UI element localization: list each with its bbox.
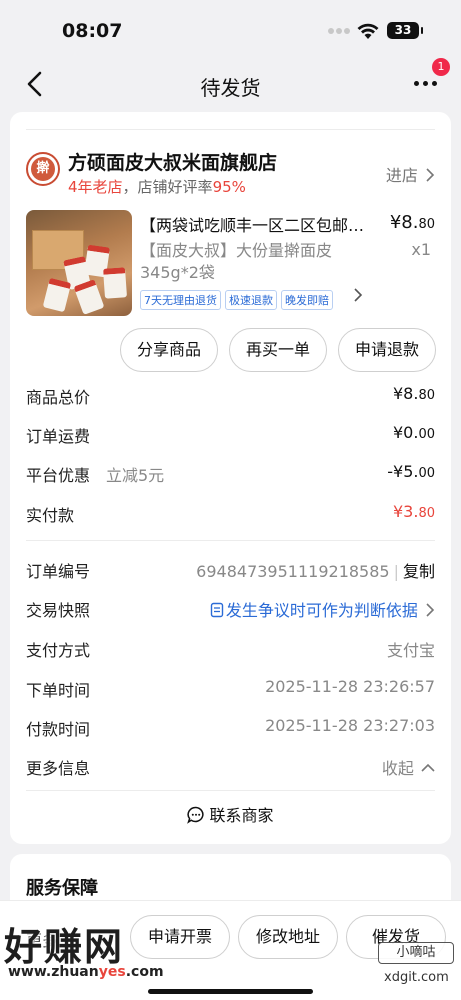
payment-method-label: 支付方式: [26, 641, 91, 660]
modify-address-button[interactable]: 修改地址: [238, 915, 338, 959]
enter-shop-label: 进店: [385, 166, 418, 185]
more-info-label: 更多信息: [26, 759, 91, 778]
chat-icon: [187, 806, 205, 824]
snapshot-label: 交易快照: [26, 601, 91, 620]
goods-total-label: 商品总价: [26, 388, 91, 407]
shop-name[interactable]: 方硕面皮大叔米面旗舰店: [68, 148, 277, 175]
goods-total-amount: ¥8.80: [393, 384, 435, 403]
discount-row: 平台优惠 立减5元 -¥5.00: [26, 462, 435, 486]
shop-years: 4年老店: [68, 178, 123, 196]
chevron-up-icon: [421, 763, 435, 772]
paid-amount: ¥3.80: [393, 502, 435, 521]
nav-bar: 待发货 1: [0, 58, 461, 106]
order-id-label: 订单编号: [26, 562, 91, 581]
tag-late-compensation: 晚发即赔: [281, 290, 333, 310]
order-card: 擀 方硕面皮大叔米面旗舰店 4年老店，店铺好评率95% 进店 【两袋试吃顺丰一区…: [10, 112, 451, 844]
watermark-brand: 好赚网: [4, 925, 125, 969]
product-image[interactable]: [26, 210, 132, 316]
tag-fast-refund: 极速退款: [225, 290, 277, 310]
order-id-row: 订单编号 6948473951119218585 | 复制: [26, 558, 435, 582]
enter-shop-button[interactable]: 进店: [386, 162, 435, 186]
contact-seller-button[interactable]: 联系商家: [10, 802, 451, 826]
product-quantity: x1: [411, 240, 431, 259]
share-product-button[interactable]: 分享商品: [120, 328, 218, 372]
service-guarantee-title: 服务保障: [26, 878, 98, 899]
shop-rating-label: ，店铺好评率: [122, 178, 213, 196]
collapse-toggle: 收起: [382, 755, 435, 779]
shipping-amount: ¥0.00: [393, 423, 435, 442]
order-time-label: 下单时间: [26, 681, 91, 700]
snapshot-row[interactable]: 交易快照 发生争议时可作为判断依据: [26, 597, 435, 621]
home-indicator: [148, 989, 313, 994]
product-price: ¥8.80: [389, 212, 435, 233]
shipping-row: 订单运费 ¥0.00: [26, 423, 435, 447]
shipping-label: 订单运费: [26, 427, 91, 446]
chevron-right-icon: [426, 168, 435, 182]
shop-rating: 95%: [212, 178, 246, 196]
clipped-row: [26, 112, 435, 130]
order-time-value: 2025-11-28 23:26:57: [265, 677, 435, 696]
signal-dots-icon: [328, 28, 350, 34]
goods-total-row: 商品总价 ¥8.80: [26, 384, 435, 408]
apply-invoice-button[interactable]: 申请开票: [130, 915, 230, 959]
product-spec: 【面皮大叔】大份量擀面皮345g*2袋: [140, 241, 333, 282]
payment-method-row: 支付方式 支付宝: [26, 637, 435, 661]
watermark-right-url: xdgit.com: [384, 970, 449, 985]
shop-meta: 4年老店，店铺好评率95%: [68, 176, 246, 197]
watermark-url: www.zhuanyes.com: [8, 964, 164, 980]
copy-order-id-button[interactable]: 复制: [403, 562, 435, 581]
status-bar: 08:07 33: [0, 0, 461, 62]
order-id-value: 6948473951119218585 | 复制: [196, 562, 435, 581]
snapshot-link: 发生争议时可作为判断依据: [210, 597, 435, 621]
battery-icon: 33: [387, 22, 423, 39]
shop-logo[interactable]: 擀: [26, 152, 60, 186]
watermark-right-brand: 小嘀咕: [378, 942, 454, 964]
service-tags[interactable]: 7天无理由退货 极速退款 晚发即赔: [140, 290, 333, 310]
chevron-right-icon[interactable]: [352, 288, 364, 302]
paid-row: 实付款 ¥3.80: [26, 502, 435, 526]
pay-time-label: 付款时间: [26, 720, 91, 739]
chevron-right-icon: [426, 603, 435, 617]
divider: [26, 790, 435, 791]
discount-label: 平台优惠: [26, 466, 91, 485]
page-title: 待发货: [200, 76, 261, 100]
wifi-icon: [357, 23, 379, 39]
payment-method-value: 支付宝: [386, 641, 435, 660]
status-time: 08:07: [62, 20, 123, 42]
product-title[interactable]: 【两袋试吃顺丰一区二区包邮…: [140, 212, 380, 236]
paid-label: 实付款: [26, 506, 75, 525]
discount-note: 立减5元: [106, 466, 165, 485]
rebuy-button[interactable]: 再买一单: [229, 328, 327, 372]
contact-seller-label: 联系商家: [209, 806, 274, 825]
pay-time-value: 2025-11-28 23:27:03: [265, 716, 435, 735]
more-info-row[interactable]: 更多信息 收起: [26, 755, 435, 779]
shop-logo-mark: 擀: [31, 157, 55, 181]
divider: [26, 540, 435, 541]
apply-refund-button[interactable]: 申请退款: [338, 328, 436, 372]
order-time-row: 下单时间 2025-11-28 23:26:57: [26, 677, 435, 701]
document-icon: [210, 602, 224, 618]
more-menu-icon[interactable]: [412, 76, 440, 90]
pay-time-row: 付款时间 2025-11-28 23:27:03: [26, 716, 435, 740]
notification-badge: 1: [432, 58, 450, 76]
tag-7day-return: 7天无理由退货: [140, 290, 221, 310]
discount-amount: -¥5.00: [387, 462, 435, 481]
